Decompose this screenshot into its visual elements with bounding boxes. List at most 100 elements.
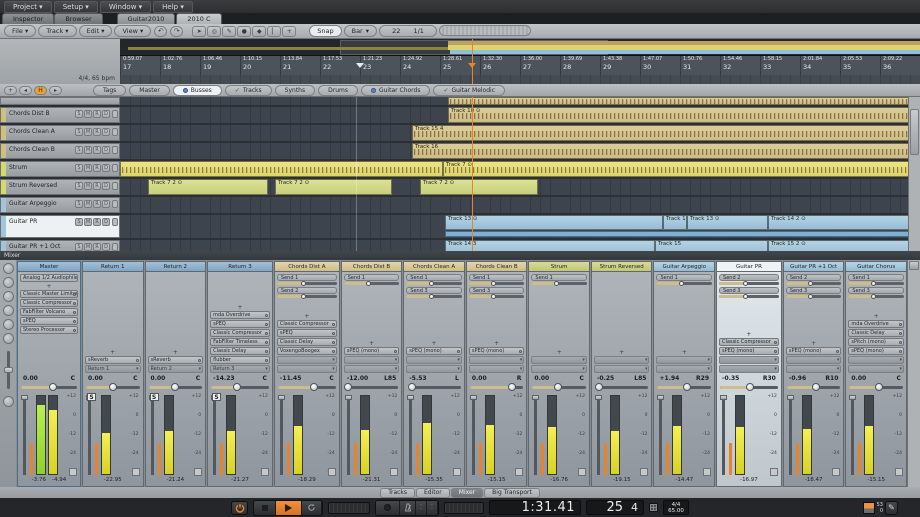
filter-nav-button[interactable]: + <box>4 86 17 95</box>
ruler-bar-18[interactable]: 1:02.7618 <box>160 56 200 75</box>
plugin-slot[interactable]: sReverb <box>85 356 141 364</box>
track-r-button[interactable]: R <box>93 200 101 208</box>
send-knob[interactable] <box>429 294 434 299</box>
bypass-icon[interactable] <box>774 350 777 353</box>
mixer-tool-1-button[interactable] <box>3 263 14 274</box>
fader-cap[interactable] <box>720 395 727 400</box>
track-header-strum-reversed[interactable]: Strum ReversedSMRD <box>0 179 120 195</box>
channel-fader[interactable] <box>659 395 662 475</box>
fader-cap[interactable] <box>278 395 285 400</box>
gain-slider[interactable] <box>595 383 649 392</box>
play-button[interactable] <box>276 501 302 515</box>
locator-display[interactable]: 22 1/1 <box>379 25 437 37</box>
ruler-bar-29[interactable]: 1:43.3829 <box>600 56 640 75</box>
doc-tab[interactable]: Guitar2010 <box>117 13 176 24</box>
bypass-icon[interactable] <box>332 332 335 335</box>
track-lane[interactable]: Track 15 4 <box>120 125 920 141</box>
plugin-slot[interactable]: Classic Delay <box>848 329 904 337</box>
track-header-guitar-pr[interactable]: Guitar PRSMRD <box>0 215 120 238</box>
gain-slider-knob[interactable] <box>595 383 603 391</box>
channel-fader[interactable] <box>851 395 854 475</box>
pan-value[interactable]: C <box>196 375 200 383</box>
gain-slider-knob[interactable] <box>171 383 179 391</box>
record-button[interactable] <box>376 501 400 515</box>
routing-select[interactable]: ▾ <box>594 365 650 373</box>
clip[interactable]: Track 13 ⊙ <box>687 215 768 230</box>
time-display[interactable]: 1:31.41 <box>489 500 581 515</box>
gain-slider-knob[interactable] <box>554 383 562 391</box>
track-r-button[interactable]: R <box>93 128 101 136</box>
gain-value[interactable]: -12.00 <box>347 375 368 383</box>
track-s-button[interactable]: S <box>75 200 83 208</box>
panel-tab-inspector[interactable]: Inspector <box>2 13 54 24</box>
gain-slider-knob[interactable] <box>233 383 241 391</box>
add-plugin-button[interactable]: + <box>594 349 650 356</box>
clip[interactable]: Track 14 2 ⊙ <box>768 215 920 230</box>
bypass-icon[interactable] <box>332 323 335 326</box>
channel-fader[interactable] <box>280 395 283 475</box>
track-s-button[interactable]: S <box>75 146 83 154</box>
add-plugin-button[interactable]: + <box>656 349 712 356</box>
track-edit-box[interactable] <box>112 182 118 190</box>
track-m-button[interactable]: M <box>84 218 92 226</box>
plugin-slot[interactable]: Stereo Processor <box>20 326 78 334</box>
timeline-ruler[interactable]: 0:59.07171:02.76181:06.46191:10.15201:13… <box>120 56 920 84</box>
gain-value[interactable]: 0.00 <box>472 375 487 383</box>
send-slider[interactable] <box>848 282 904 285</box>
track-m-button[interactable]: M <box>84 110 92 118</box>
meter-option-box[interactable] <box>69 468 77 476</box>
gain-slider-knob[interactable] <box>49 383 57 391</box>
plugin-slot[interactable]: sPEQ (mono) <box>344 347 400 355</box>
snap-toggle[interactable]: Snap <box>309 25 341 37</box>
gain-value[interactable]: 0.00 <box>851 375 866 383</box>
project-overview-strip[interactable] <box>120 39 920 56</box>
routing-select[interactable]: ▾ <box>344 365 400 373</box>
bypass-icon[interactable] <box>73 329 76 332</box>
send-slot[interactable]: Send 2 <box>786 274 842 285</box>
pan-value[interactable]: C <box>897 375 901 383</box>
view-tab-big-transport[interactable]: Big Transport <box>484 488 540 498</box>
pan-value[interactable]: L <box>455 375 459 383</box>
track-s-button[interactable]: S <box>75 243 83 251</box>
scrollbar-button[interactable] <box>909 261 919 270</box>
meter-option-box[interactable] <box>194 468 202 476</box>
bypass-icon[interactable] <box>774 341 777 344</box>
panel-tab-browser[interactable]: Browser <box>54 13 102 24</box>
track-edit-box[interactable] <box>112 164 118 172</box>
channel-fader[interactable] <box>597 395 600 475</box>
clip[interactable]: Track 7 2 ⊙ <box>420 179 538 195</box>
punch-range-field[interactable] <box>328 502 370 514</box>
track-edit-box[interactable] <box>112 218 118 226</box>
gain-slider-knob[interactable] <box>746 383 754 391</box>
edit-pencil-button[interactable]: ✎ <box>885 501 898 515</box>
meter-option-box[interactable] <box>453 468 461 476</box>
filter-group-guitar-melodic[interactable]: ✓Guitar Melodic <box>433 85 505 96</box>
meter-option-box[interactable] <box>578 468 586 476</box>
gain-slider-knob[interactable] <box>812 383 820 391</box>
send-slot[interactable]: Send 3 <box>406 287 462 298</box>
bypass-icon[interactable] <box>198 359 201 362</box>
bypass-icon[interactable] <box>899 350 902 353</box>
plugin-slot[interactable]: sPEQ (mono) <box>848 347 904 355</box>
track-lane[interactable] <box>120 197 920 213</box>
meter-option-box[interactable] <box>832 468 840 476</box>
plugin-slot[interactable]: FabFilter Timeless <box>210 338 270 346</box>
send-slot[interactable]: Send 1 <box>656 274 712 285</box>
ruler-bar-23[interactable]: 1:21.2323 <box>360 56 400 75</box>
send-knob[interactable] <box>491 294 496 299</box>
track-header-guitar-arpeggio[interactable]: Guitar ArpeggioSMRD <box>0 197 120 213</box>
plugin-slot[interactable]: Classic Delay <box>210 347 270 355</box>
gain-slider[interactable] <box>849 383 903 392</box>
gain-slider[interactable] <box>657 383 711 392</box>
meter-option-box[interactable] <box>261 468 269 476</box>
send-knob[interactable] <box>808 294 813 299</box>
send-slot[interactable]: Send 2 <box>277 287 337 298</box>
pan-value[interactable]: C <box>329 375 333 383</box>
bypass-icon[interactable] <box>457 350 460 353</box>
add-plugin-button[interactable]: + <box>786 340 842 347</box>
plugin-slot[interactable]: sPEQ (mono) <box>469 347 525 355</box>
add-plugin-button[interactable]: + <box>210 304 270 311</box>
gain-value[interactable]: -14.23 <box>213 375 234 383</box>
track-d-button[interactable]: D <box>102 218 110 226</box>
track-d-button[interactable]: D <box>102 182 110 190</box>
